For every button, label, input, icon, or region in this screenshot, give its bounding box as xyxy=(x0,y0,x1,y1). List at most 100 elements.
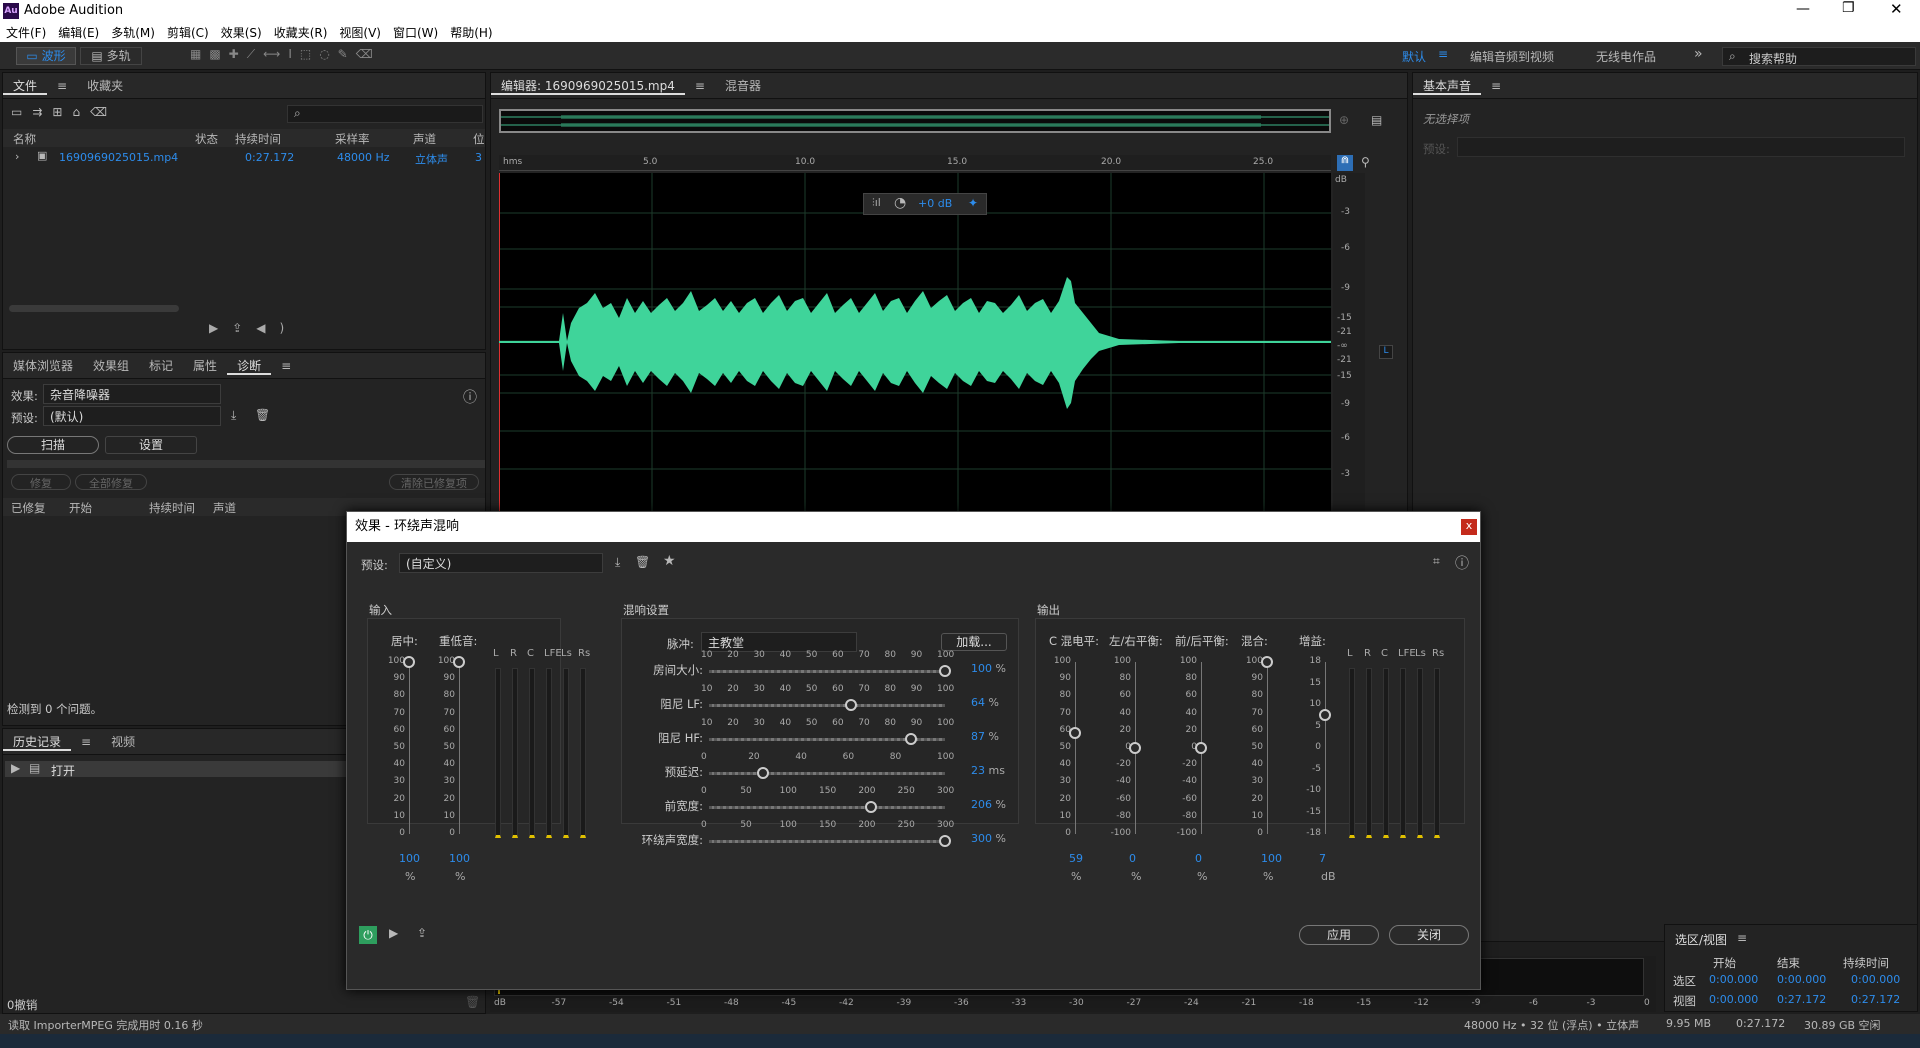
gain-hud[interactable]: ⫶ıl ◔ +0 dB ✦ xyxy=(863,193,987,215)
routing-icon[interactable]: ⌗ xyxy=(1433,554,1440,569)
workspace-default[interactable]: 默认 xyxy=(1402,48,1426,65)
reverb-slider-track[interactable] xyxy=(709,704,945,707)
tab-editor[interactable]: 编辑器: 1690969025015.mp4 xyxy=(491,79,685,95)
preview-play-icon[interactable]: ▶ xyxy=(389,926,398,940)
time-ruler[interactable]: hms 5.0 10.0 15.0 20.0 25.0 xyxy=(499,155,1331,171)
reverb-slider-value[interactable]: 206 % xyxy=(971,798,1006,811)
menu-item-4[interactable]: 效果(S) xyxy=(215,22,268,43)
expand-icon[interactable]: › xyxy=(15,150,19,163)
menu-item-1[interactable]: 编辑(E) xyxy=(52,22,105,43)
col-repaired[interactable]: 已修复 xyxy=(11,500,46,516)
help-search-input[interactable]: ⌕ 搜索帮助 xyxy=(1722,47,1916,66)
menu-item-2[interactable]: 多轨(M) xyxy=(105,22,161,43)
save-icon[interactable]: ⤓ xyxy=(231,408,236,423)
output-slider-knob[interactable] xyxy=(1069,726,1081,739)
tab-media-browser[interactable]: 媒体浏览器 xyxy=(3,359,83,373)
tab-history[interactable]: 历史记录 xyxy=(3,735,72,751)
multitrack-mode-button[interactable]: ▤ 多轨 xyxy=(80,47,142,65)
output-value[interactable]: 0 xyxy=(1195,852,1202,865)
tab-video[interactable]: 视频 xyxy=(101,735,145,749)
reverb-slider-knob[interactable] xyxy=(905,733,918,745)
output-slider-track[interactable] xyxy=(1075,662,1076,834)
menu-icon[interactable]: ≡ xyxy=(1737,931,1747,945)
essential-preset-select[interactable] xyxy=(1457,137,1905,157)
tab-diagnostics[interactable]: 诊断 xyxy=(227,359,272,375)
center-value[interactable]: 100 xyxy=(399,852,420,865)
col-name[interactable]: 名称 xyxy=(13,131,36,147)
history-delete-icon[interactable]: 🗑 xyxy=(465,995,480,1009)
tab-essential-sound[interactable]: 基本声音 xyxy=(1413,79,1482,95)
tool-icons[interactable]: ▦▩✚⟋⟷Ⅰ⬚◌✎⌫ xyxy=(190,47,381,62)
repair-button[interactable]: 修复 xyxy=(11,474,71,490)
center-slider-track[interactable] xyxy=(409,662,410,834)
center-slider-knob[interactable] xyxy=(403,656,415,668)
dialog-close-button[interactable]: x xyxy=(1461,519,1477,535)
menu-item-7[interactable]: 窗口(W) xyxy=(387,22,444,43)
col-bits[interactable]: 位 xyxy=(473,131,485,147)
output-value[interactable]: 7 xyxy=(1319,852,1326,865)
restore-icon[interactable]: ❐ xyxy=(1842,0,1855,16)
dialog-preset-select[interactable]: (自定义) xyxy=(399,553,603,573)
tab-menu-icon[interactable]: ≡ xyxy=(47,79,77,93)
reverb-slider-value[interactable]: 300 % xyxy=(971,832,1006,845)
output-value[interactable]: 59 xyxy=(1069,852,1083,865)
reverb-slider-knob[interactable] xyxy=(939,835,951,847)
reverb-slider-knob[interactable] xyxy=(939,665,951,677)
apply-button[interactable]: 应用 xyxy=(1299,925,1379,945)
reverb-slider-track[interactable] xyxy=(709,806,945,809)
channel-l-button[interactable]: L xyxy=(1379,345,1393,359)
output-slider-track[interactable] xyxy=(1267,662,1268,834)
close-button[interactable]: 关闭 xyxy=(1389,925,1469,945)
favorite-star-icon[interactable]: ★ xyxy=(663,553,676,569)
output-slider-knob[interactable] xyxy=(1261,656,1273,668)
output-slider-knob[interactable] xyxy=(1319,708,1331,721)
impulse-select[interactable]: 主教堂 xyxy=(701,632,857,652)
more-workspaces-icon[interactable]: » xyxy=(1694,46,1703,62)
col-status[interactable]: 状态 xyxy=(195,131,218,147)
tab-properties[interactable]: 属性 xyxy=(183,359,227,373)
workspace-video[interactable]: 编辑音频到视频 xyxy=(1470,48,1554,65)
delete-preset-icon[interactable]: 🗑 xyxy=(635,555,650,569)
close-window-icon[interactable]: ✕ xyxy=(1890,0,1903,18)
output-slider-knob[interactable] xyxy=(1195,742,1207,754)
tab-markers[interactable]: 标记 xyxy=(139,359,183,373)
reverb-slider-track[interactable] xyxy=(709,670,945,673)
files-scrollbar[interactable] xyxy=(9,305,179,312)
col-channels[interactable]: 声道 xyxy=(413,131,436,147)
tab-mixer[interactable]: 混音器 xyxy=(715,79,771,93)
zoom-icon[interactable]: ⊕ xyxy=(1339,113,1349,127)
marker-icon[interactable]: ⚲ xyxy=(1361,155,1370,169)
reverb-slider-track[interactable] xyxy=(709,772,945,775)
col-start[interactable]: 开始 xyxy=(69,500,92,516)
overview-bar[interactable] xyxy=(499,109,1331,133)
power-button[interactable]: ⏻ xyxy=(359,926,377,944)
files-transport-icons[interactable]: ▶⇪◀) xyxy=(209,321,298,335)
repair-all-button[interactable]: 全部修复 xyxy=(75,474,147,490)
col-channel[interactable]: 声道 xyxy=(213,500,236,516)
col-duration[interactable]: 持续时间 xyxy=(149,500,195,516)
tab-files[interactable]: 文件 xyxy=(3,79,48,95)
tab-effect-rack[interactable]: 效果组 xyxy=(83,359,139,373)
waveform-mode-button[interactable]: ▭ 波形 xyxy=(16,47,76,65)
workspace-menu-icon[interactable]: ≡ xyxy=(1438,47,1448,61)
menu-item-0[interactable]: 文件(F) xyxy=(0,22,52,43)
splitter[interactable] xyxy=(7,460,485,468)
scan-button[interactable]: 扫描 xyxy=(7,436,99,454)
menu-item-5[interactable]: 收藏夹(R) xyxy=(268,22,334,43)
panel-options-icon[interactable]: ▤ xyxy=(1371,113,1382,127)
tab-menu-icon[interactable]: ≡ xyxy=(685,79,715,93)
output-slider-track[interactable] xyxy=(1325,662,1326,834)
tab-favorites[interactable]: 收藏夹 xyxy=(77,79,133,93)
output-value[interactable]: 100 xyxy=(1261,852,1282,865)
tab-menu-icon[interactable]: ≡ xyxy=(71,735,101,749)
load-button[interactable]: 加载... xyxy=(941,633,1007,651)
files-toolbar-icons[interactable]: ▭⇉⊞⌂⌫ xyxy=(11,105,117,119)
waveform-display[interactable]: ⫶ıl ◔ +0 dB ✦ xyxy=(498,173,1331,511)
menu-item-3[interactable]: 剪辑(C) xyxy=(161,22,215,43)
pin-icon[interactable]: ✦ xyxy=(968,196,978,210)
col-duration[interactable]: 持续时间 xyxy=(235,131,281,147)
lfe-value[interactable]: 100 xyxy=(449,852,470,865)
snap-icon[interactable]: ⋒ xyxy=(1337,155,1353,171)
tab-menu-icon[interactable]: ≡ xyxy=(271,359,301,373)
reverb-slider-knob[interactable] xyxy=(844,699,857,711)
